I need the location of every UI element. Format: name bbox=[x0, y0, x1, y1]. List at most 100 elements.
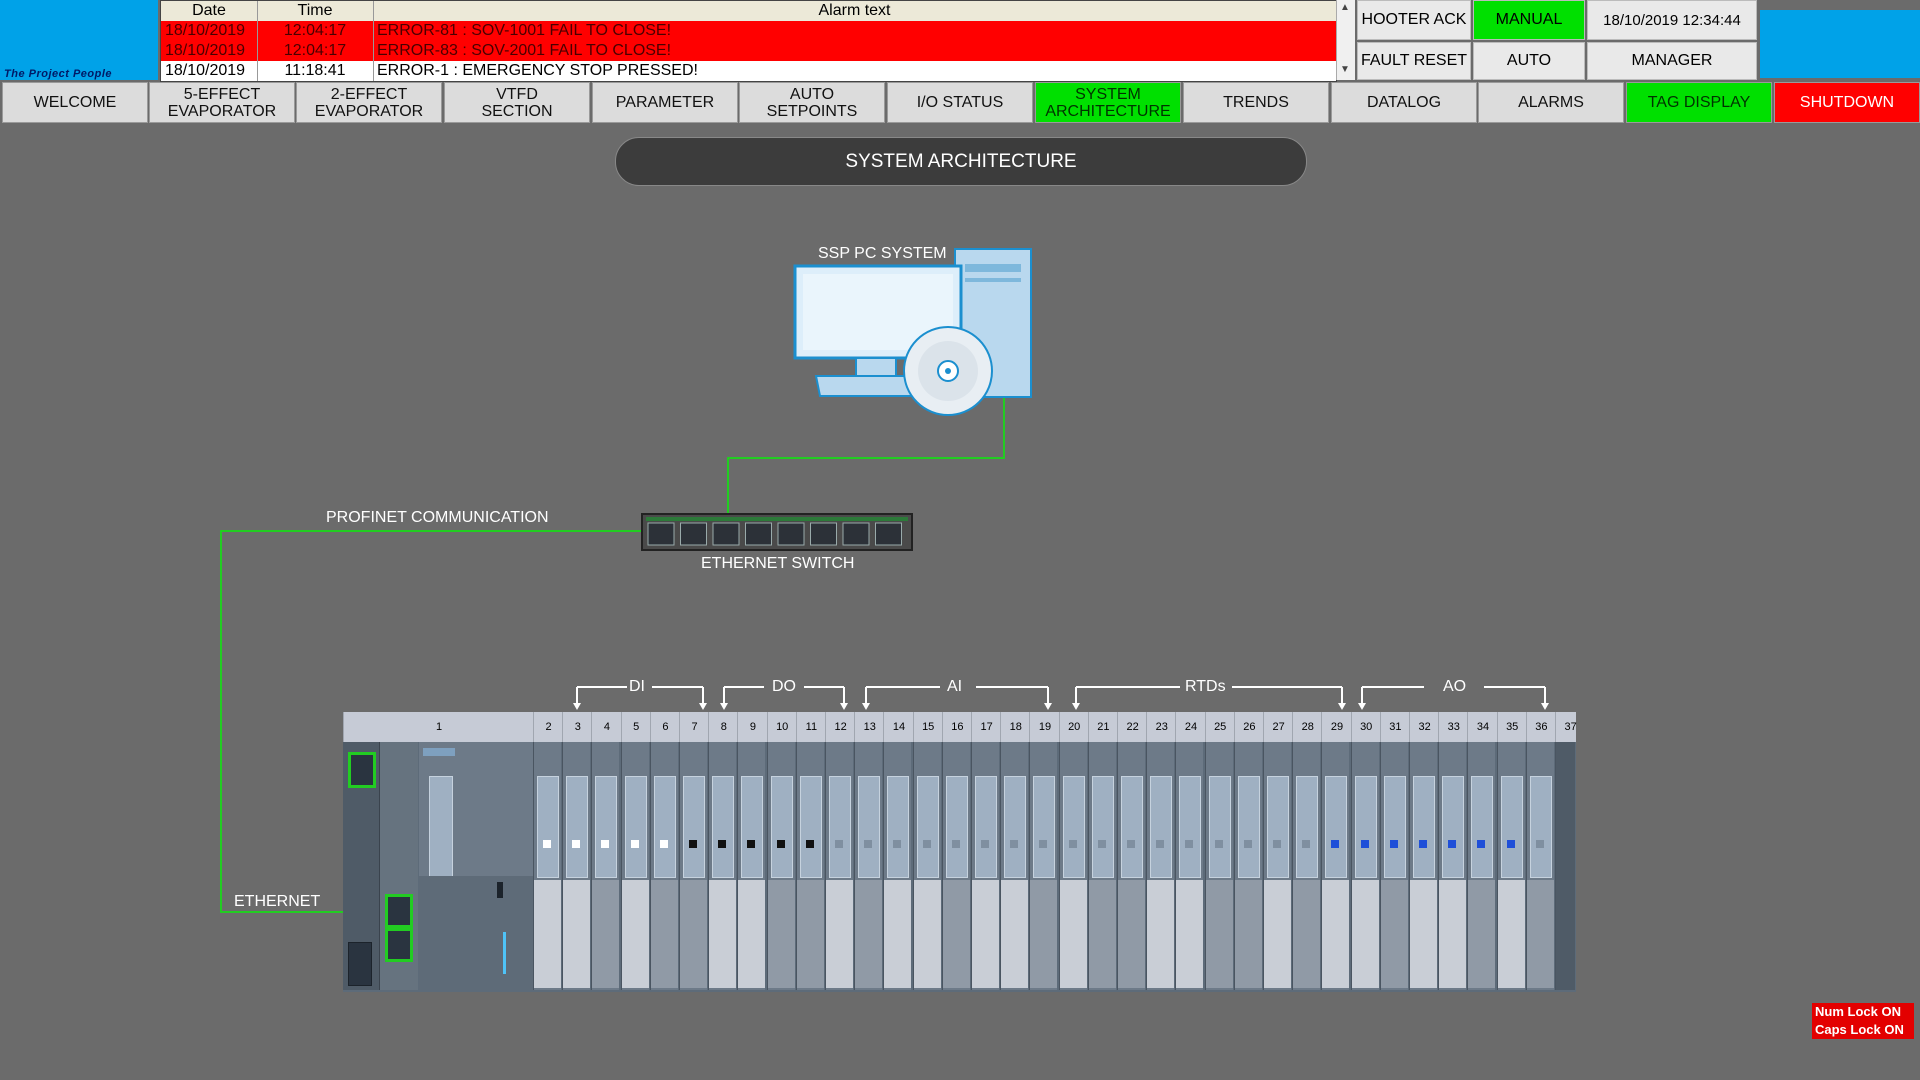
io-module bbox=[883, 742, 912, 990]
slot-number: 25 bbox=[1204, 712, 1235, 742]
slot-number: 16 bbox=[941, 712, 972, 742]
module-label-plate bbox=[799, 776, 822, 878]
terminal-block bbox=[534, 880, 561, 988]
status-led-icon bbox=[1068, 840, 1077, 848]
switch-port-icon bbox=[875, 522, 902, 546]
status-led-icon bbox=[659, 840, 668, 848]
status-led-icon bbox=[951, 840, 960, 848]
status-led-icon bbox=[1535, 840, 1544, 848]
cpu-card-slot bbox=[503, 932, 506, 974]
slot-number: 14 bbox=[883, 712, 913, 742]
terminal-block bbox=[680, 880, 707, 988]
switch-port-icon bbox=[712, 522, 740, 546]
status-led-icon bbox=[776, 840, 785, 848]
pc-switch-link bbox=[727, 398, 1005, 514]
module-label-plate bbox=[858, 776, 881, 878]
status-led-icon bbox=[1389, 840, 1398, 848]
status-led-icon bbox=[1097, 840, 1106, 848]
status-led-icon bbox=[1039, 840, 1048, 848]
slot-number: 23 bbox=[1146, 712, 1176, 742]
status-led-icon bbox=[1477, 840, 1486, 848]
terminal-block bbox=[796, 880, 824, 988]
status-led-icon bbox=[1273, 840, 1281, 848]
terminal-block bbox=[884, 880, 912, 988]
terminal-block bbox=[592, 880, 620, 988]
status-led-icon bbox=[805, 840, 814, 848]
status-led-icon bbox=[893, 840, 902, 848]
module-label-plate bbox=[1325, 776, 1348, 878]
io-group-ao: AO bbox=[1443, 678, 1467, 695]
terminal-block bbox=[738, 880, 766, 988]
cpu-label-plate bbox=[429, 776, 453, 888]
cd-disc-icon bbox=[903, 326, 993, 416]
slot-number: 19 bbox=[1029, 712, 1059, 742]
server-module bbox=[1555, 742, 1575, 990]
slot-number: 7 bbox=[679, 712, 709, 742]
module-label-plate bbox=[1121, 776, 1143, 878]
pc-system-label: SSP PC SYSTEM bbox=[818, 245, 947, 262]
status-led-icon bbox=[1506, 840, 1515, 848]
terminal-block bbox=[1001, 880, 1029, 988]
status-led-icon bbox=[981, 840, 989, 848]
io-module bbox=[1233, 742, 1262, 990]
slot-number: 5 bbox=[620, 712, 651, 742]
io-group-brackets bbox=[576, 686, 1546, 703]
caps-lock-status: Caps Lock ON bbox=[1815, 1022, 1904, 1037]
io-group-arrows bbox=[573, 703, 1549, 710]
terminal-block bbox=[1497, 880, 1525, 988]
terminal-block bbox=[1205, 880, 1233, 988]
terminal-block bbox=[1176, 880, 1204, 988]
ethernet-port-icon bbox=[385, 894, 413, 928]
module-label-plate bbox=[566, 776, 589, 878]
switch-port-icon bbox=[745, 522, 772, 546]
module-label-plate bbox=[945, 776, 968, 878]
slot-number: 26 bbox=[1233, 712, 1264, 742]
terminal-block bbox=[972, 880, 999, 988]
module-label-plate bbox=[887, 776, 910, 878]
io-module bbox=[1263, 742, 1291, 990]
terminal-block bbox=[1322, 880, 1350, 988]
slot-number: 18 bbox=[1000, 712, 1030, 742]
terminal-block bbox=[1468, 880, 1496, 988]
terminal-block bbox=[826, 880, 853, 988]
io-module bbox=[1204, 742, 1233, 990]
module-label-plate bbox=[1500, 776, 1523, 878]
module-label-plate bbox=[770, 776, 793, 878]
terminal-block bbox=[913, 880, 941, 988]
status-led-icon bbox=[1185, 840, 1194, 848]
module-label-plate bbox=[1062, 776, 1085, 878]
io-module bbox=[620, 742, 649, 990]
terminal-block bbox=[1293, 880, 1321, 988]
module-label-plate bbox=[1091, 776, 1114, 878]
terminal-block bbox=[1264, 880, 1291, 988]
io-module bbox=[679, 742, 707, 990]
profinet-label: PROFINET COMMUNICATION bbox=[326, 509, 549, 526]
slot-number: 3 bbox=[562, 712, 592, 742]
module-label-plate bbox=[1150, 776, 1173, 878]
module-label-plate bbox=[1179, 776, 1202, 878]
slot-number: 36 bbox=[1525, 712, 1556, 742]
slot-number: 24 bbox=[1175, 712, 1205, 742]
keyboard-status: Num Lock ON Caps Lock ON bbox=[1812, 1003, 1914, 1039]
io-module bbox=[1029, 742, 1058, 990]
io-module bbox=[591, 742, 620, 990]
slot-number: 30 bbox=[1350, 712, 1381, 742]
ethernet-switch-label: ETHERNET SWITCH bbox=[701, 555, 855, 572]
slot-number: 29 bbox=[1321, 712, 1351, 742]
slot-number: 1 bbox=[343, 712, 534, 742]
module-label-plate bbox=[1383, 776, 1406, 878]
profinet-port-icon bbox=[348, 752, 376, 788]
io-group-ai: AI bbox=[947, 678, 963, 695]
status-led-icon bbox=[689, 840, 697, 848]
status-led-icon bbox=[864, 840, 873, 848]
switch-port-icon bbox=[842, 522, 870, 546]
slot-number: 17 bbox=[971, 712, 1001, 742]
io-module bbox=[1117, 742, 1145, 990]
io-module bbox=[1175, 742, 1204, 990]
module-label-plate bbox=[1004, 776, 1027, 878]
io-module bbox=[1496, 742, 1525, 990]
module-label-plate bbox=[1413, 776, 1435, 878]
io-module bbox=[825, 742, 853, 990]
slot-number: 9 bbox=[737, 712, 767, 742]
io-module bbox=[1146, 742, 1175, 990]
